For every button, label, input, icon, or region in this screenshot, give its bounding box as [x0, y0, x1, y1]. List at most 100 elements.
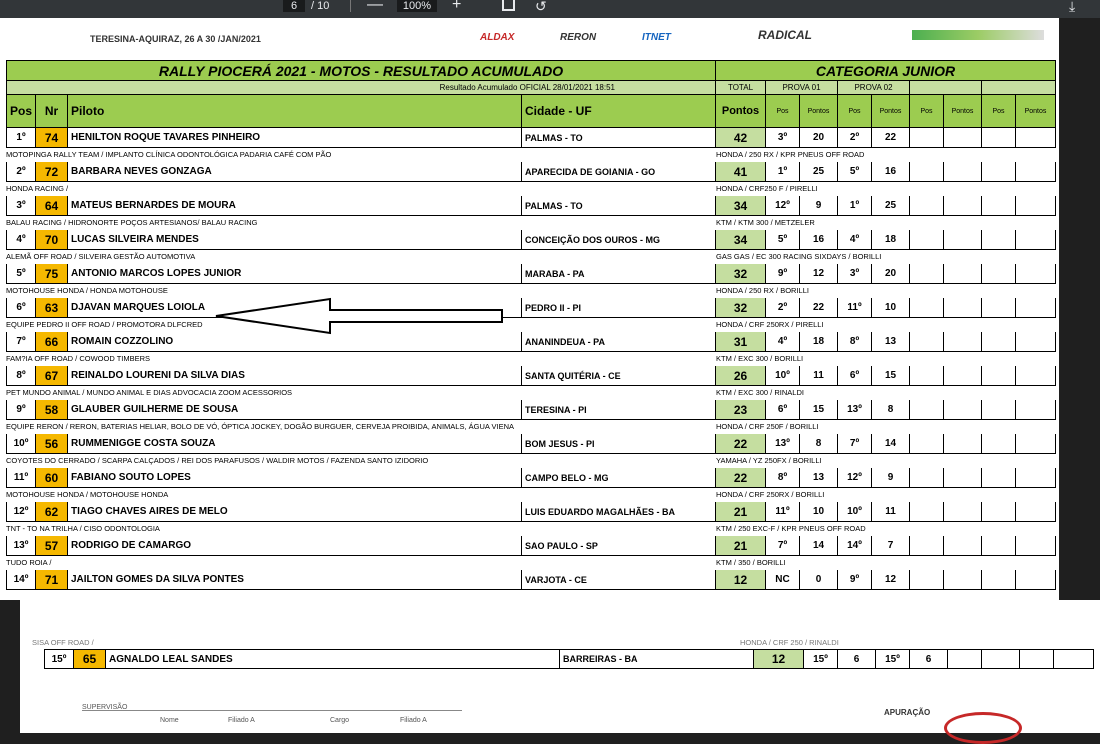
nome-label: Nome: [160, 717, 179, 724]
cell-p2pos: 2º: [838, 128, 872, 148]
cell-p2pos: 11º: [838, 298, 872, 318]
cell-empty: [944, 400, 982, 420]
cell-nr: 57: [36, 536, 68, 556]
cell-pos: 8º: [6, 366, 36, 386]
cell-empty: [1020, 649, 1054, 669]
cell-empty: [1016, 536, 1056, 556]
cell-pontos: 21: [716, 502, 766, 522]
team-line: FAM?IA OFF ROAD / COWOOD TIMBERS: [6, 354, 151, 363]
total-header: TOTAL: [716, 81, 766, 95]
team-line: SISA OFF ROAD /: [32, 638, 94, 647]
cell-piloto: AGNALDO LEAL SANDES: [106, 649, 560, 669]
cell-nr: 74: [36, 128, 68, 148]
cell-empty: [1016, 332, 1056, 352]
col-pontos: Pontos: [716, 95, 766, 128]
cell-p1pos: 6º: [766, 400, 800, 420]
cell-pos: 13º: [6, 536, 36, 556]
cell-empty: [1016, 230, 1056, 250]
download-icon[interactable]: ⤓: [1069, 0, 1075, 18]
cell-p2pts: 14: [872, 434, 910, 454]
zoom-level-input[interactable]: 100%: [397, 0, 437, 12]
cell-p2pts: 8: [872, 400, 910, 420]
cell-empty: [944, 434, 982, 454]
pdf-page-bottom: SISA OFF ROAD / HONDA / CRF 250 / RINALD…: [20, 600, 1100, 744]
table-row: 3º 64 MATEUS BERNARDES DE MOURA PALMAS - TO…: [6, 196, 1056, 216]
moto-line: KTM / EXC 300 / RINALDI: [716, 388, 804, 397]
col-p3-pos: Pos: [910, 95, 944, 128]
col-p4-pos: Pos: [982, 95, 1016, 128]
cell-pontos: 23: [716, 400, 766, 420]
col-p1-pontos: Pontos: [800, 95, 838, 128]
cell-p2pos: 3º: [838, 264, 872, 284]
cell-p2pos: 6º: [838, 366, 872, 386]
cell-empty: [1016, 264, 1056, 284]
sponsor-logo: ALDAX: [480, 32, 515, 43]
cell-pontos: 12: [716, 570, 766, 590]
moto-line: HONDA / CRF 250 / RINALDI: [740, 638, 839, 647]
cell-p2pos: 1º: [838, 196, 872, 216]
rotate-icon[interactable]: ↺: [535, 0, 547, 18]
fit-page-icon[interactable]: [502, 0, 515, 11]
cell-empty: [982, 162, 1016, 182]
cell-empty: [982, 264, 1016, 284]
cell-p1pos: 1º: [766, 162, 800, 182]
cell-empty: [910, 536, 944, 556]
cell-cidade: ANANINDEUA - PA: [522, 332, 716, 352]
cell-empty: [1016, 196, 1056, 216]
cell-empty: [910, 230, 944, 250]
apuracao-label: APURAÇÃO: [884, 708, 931, 717]
team-line: MOTOHOUSE HONDA / MOTOHOUSE HONDA: [6, 490, 169, 499]
cell-p2pts: 18: [872, 230, 910, 250]
table-row: 14º 71 JAILTON GOMES DA SILVA PONTES VARJOT…: [6, 570, 1056, 590]
cell-p2pos: 4º: [838, 230, 872, 250]
table-row: 1º 74 HENILTON ROQUE TAVARES PINHEIRO PALMA…: [6, 128, 1056, 148]
cell-p2pts: 20: [872, 264, 910, 284]
cell-nr: 66: [36, 332, 68, 352]
page-number-input[interactable]: 6: [283, 0, 305, 12]
zoom-out-button[interactable]: —: [367, 0, 383, 18]
cell-pos: 14º: [6, 570, 36, 590]
cell-p1pts: 12: [800, 264, 838, 284]
cell-p1pts: 10: [800, 502, 838, 522]
cell-pontos: 34: [716, 196, 766, 216]
cell-p1pts: 14: [800, 536, 838, 556]
cell-empty: [944, 570, 982, 590]
cell-cidade: CAMPO BELO - MG: [522, 468, 716, 488]
moto-line: KTM / KTM 300 / METZELER: [716, 218, 815, 227]
prova01-header: PROVA 01: [766, 81, 838, 95]
cell-empty: [982, 366, 1016, 386]
cell-p1pts: 16: [800, 230, 838, 250]
cell-cidade: CONCEIÇÃO DOS OUROS - MG: [522, 230, 716, 250]
cell-pontos: 21: [716, 536, 766, 556]
cell-p2pos: 15º: [876, 649, 910, 669]
cell-p2pts: 22: [872, 128, 910, 148]
cell-p1pts: 22: [800, 298, 838, 318]
cell-p2pos: 14º: [838, 536, 872, 556]
team-line: HONDA RACING /: [6, 184, 69, 193]
cell-pos: 3º: [6, 196, 36, 216]
official-result-stamp: Resultado Acumulado OFICIAL 28/01/2021 1…: [6, 81, 716, 95]
cell-empty: [910, 332, 944, 352]
col-p4-pontos: Pontos: [1016, 95, 1056, 128]
cell-p2pts: 11: [872, 502, 910, 522]
table-row: 11º 60 FABIANO SOUTO LOPES CAMPO BELO - MG 2…: [6, 468, 1056, 488]
cell-empty: [910, 366, 944, 386]
prova-empty-header: [910, 81, 982, 95]
cell-empty: [948, 649, 982, 669]
cell-cidade: SANTA QUITÉRIA - CE: [522, 366, 716, 386]
cell-pos: 2º: [6, 162, 36, 182]
moto-line: [716, 590, 1056, 600]
moto-line: KTM / 350 / BORILLI: [716, 558, 786, 567]
cell-cidade: APARECIDA DE GOIANIA - GO: [522, 162, 716, 182]
moto-line: HONDA / CRF 250RX / BORILLI: [716, 490, 825, 499]
cell-p2pos: 5º: [838, 162, 872, 182]
cell-pontos: 22: [716, 434, 766, 454]
government-logo: [912, 30, 1044, 40]
cell-pos: 7º: [6, 332, 36, 352]
zoom-in-button[interactable]: +: [452, 0, 461, 18]
col-p2-pos: Pos: [838, 95, 872, 128]
cell-p1pos: 5º: [766, 230, 800, 250]
cell-cidade: LUIS EDUARDO MAGALHÃES - BA: [522, 502, 716, 522]
cell-p2pts: 9: [872, 468, 910, 488]
cell-p2pos: 10º: [838, 502, 872, 522]
